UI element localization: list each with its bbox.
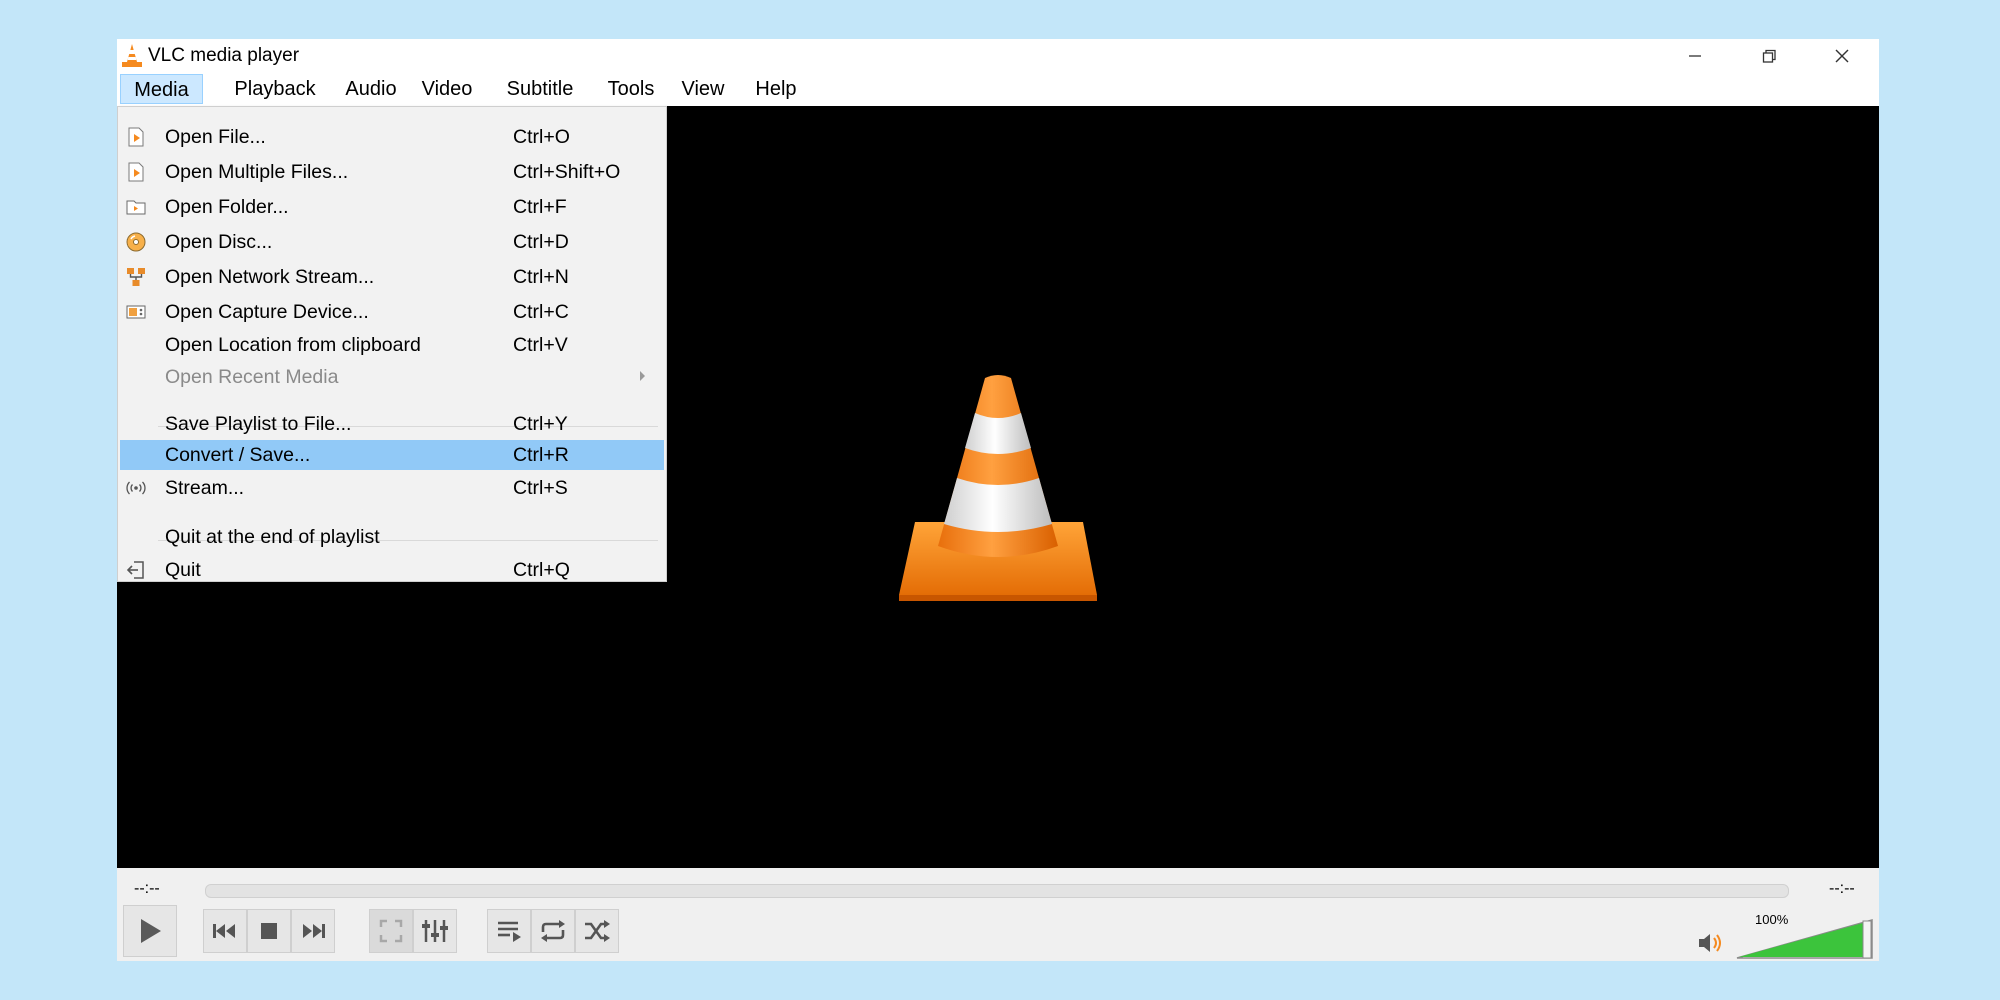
menu-item-open-capture-device[interactable]: Open Capture Device... Ctrl+C — [120, 297, 664, 327]
previous-button[interactable] — [203, 909, 247, 953]
submenu-arrow-icon — [640, 371, 645, 381]
menu-item-shortcut: Ctrl+V — [513, 334, 568, 356]
window-title: VLC media player — [148, 45, 300, 66]
menu-item-open-network-stream[interactable]: Open Network Stream... Ctrl+N — [120, 262, 664, 292]
menu-item-label: Open Folder... — [165, 196, 289, 218]
next-icon — [303, 924, 325, 938]
menu-bar: Media Playback Audio Video Subtitle Tool… — [117, 72, 1879, 106]
menu-item-quit[interactable]: Quit Ctrl+Q — [120, 555, 664, 585]
menu-item-open-disc[interactable]: Open Disc... Ctrl+D — [120, 227, 664, 257]
speaker-icon[interactable] — [1697, 931, 1727, 955]
menu-item-open-recent-media[interactable]: Open Recent Media — [120, 362, 664, 392]
playlist-icon — [498, 921, 521, 942]
menu-subtitle[interactable]: Subtitle — [489, 74, 591, 104]
menu-item-shortcut: Ctrl+D — [513, 231, 569, 253]
restore-icon — [1762, 49, 1776, 63]
menu-item-shortcut: Ctrl+Y — [513, 413, 568, 435]
vlc-window: VLC media player Media Playback Audio Vi… — [117, 39, 1879, 961]
stop-button[interactable] — [247, 909, 291, 953]
menu-item-shortcut: Ctrl+R — [513, 444, 569, 466]
fullscreen-icon — [379, 919, 403, 943]
play-icon — [141, 919, 161, 943]
close-button[interactable] — [1805, 39, 1879, 72]
menu-item-label: Open Location from clipboard — [165, 334, 421, 356]
playlist-button[interactable] — [487, 909, 531, 953]
loop-button[interactable] — [531, 909, 575, 953]
seek-bar[interactable] — [205, 884, 1789, 898]
menu-item-label: Quit at the end of playlist — [165, 526, 380, 548]
menu-view[interactable]: View — [667, 74, 739, 104]
restore-button[interactable] — [1732, 39, 1806, 72]
minimize-button[interactable] — [1658, 39, 1732, 72]
remaining-time: --:-- — [1829, 880, 1855, 897]
player-controls: --:-- --:-- 100% — [117, 868, 1879, 961]
menu-item-open-file[interactable]: Open File... Ctrl+O — [120, 122, 664, 152]
file-icon — [128, 127, 144, 147]
previous-icon — [213, 924, 235, 938]
menu-item-label: Open Recent Media — [165, 366, 339, 388]
menu-help[interactable]: Help — [740, 74, 812, 104]
volume-slider[interactable] — [1735, 918, 1875, 960]
menu-item-save-playlist[interactable]: Save Playlist to File... Ctrl+Y — [120, 409, 664, 439]
menu-item-shortcut: Ctrl+F — [513, 196, 567, 218]
menu-playback[interactable]: Playback — [215, 74, 335, 104]
menu-item-shortcut: Ctrl+O — [513, 126, 570, 148]
extended-settings-icon — [422, 920, 448, 942]
menu-item-label: Convert / Save... — [165, 444, 311, 466]
network-icon — [127, 268, 145, 286]
loop-icon — [541, 920, 565, 942]
menu-item-label: Quit — [165, 559, 201, 581]
menu-item-label: Open File... — [165, 126, 266, 148]
extended-settings-button[interactable] — [413, 909, 457, 953]
menu-item-label: Open Disc... — [165, 231, 273, 253]
menu-video[interactable]: Video — [407, 74, 487, 104]
disc-icon — [126, 232, 146, 252]
menu-tools[interactable]: Tools — [589, 74, 673, 104]
stream-icon — [126, 481, 146, 495]
menu-item-open-multiple-files[interactable]: Open Multiple Files... Ctrl+Shift+O — [120, 157, 664, 187]
shuffle-button[interactable] — [575, 909, 619, 953]
menu-item-label: Stream... — [165, 477, 245, 499]
media-menu-dropdown: Open File... Ctrl+O Open Multiple Files.… — [117, 106, 667, 582]
menu-item-label: Save Playlist to File... — [165, 413, 352, 435]
menu-item-label: Open Network Stream... — [165, 266, 375, 288]
files-icon — [128, 162, 144, 182]
next-button[interactable] — [291, 909, 335, 953]
vlc-logo-icon — [122, 44, 142, 67]
play-button[interactable] — [123, 905, 177, 957]
menu-item-convert-save[interactable]: Convert / Save... Ctrl+R — [120, 440, 664, 470]
vlc-cone-icon — [899, 375, 1097, 601]
stop-icon — [261, 923, 277, 939]
menu-item-quit-end-playlist[interactable]: Quit at the end of playlist — [120, 522, 664, 552]
folder-icon — [126, 200, 146, 215]
menu-item-label: Open Capture Device... — [165, 301, 369, 323]
shuffle-icon — [585, 920, 610, 942]
menu-item-shortcut: Ctrl+Q — [513, 559, 570, 581]
menu-item-shortcut: Ctrl+S — [513, 477, 568, 499]
menu-item-shortcut: Ctrl+C — [513, 301, 569, 323]
close-icon — [1835, 49, 1849, 62]
menu-item-label: Open Multiple Files... — [165, 161, 349, 183]
menu-audio[interactable]: Audio — [323, 74, 419, 104]
menu-item-open-location-clipboard[interactable]: Open Location from clipboard Ctrl+V — [120, 330, 664, 360]
title-bar: VLC media player — [117, 39, 1879, 72]
minimize-icon — [1689, 54, 1701, 57]
capture-icon — [126, 305, 146, 319]
fullscreen-button[interactable] — [369, 909, 413, 953]
menu-item-open-folder[interactable]: Open Folder... Ctrl+F — [120, 192, 664, 222]
menu-item-shortcut: Ctrl+Shift+O — [513, 161, 621, 183]
elapsed-time: --:-- — [134, 880, 160, 897]
menu-item-shortcut: Ctrl+N — [513, 266, 569, 288]
menu-item-stream[interactable]: Stream... Ctrl+S — [120, 473, 664, 503]
quit-icon — [126, 561, 144, 579]
menu-media[interactable]: Media — [120, 74, 203, 104]
